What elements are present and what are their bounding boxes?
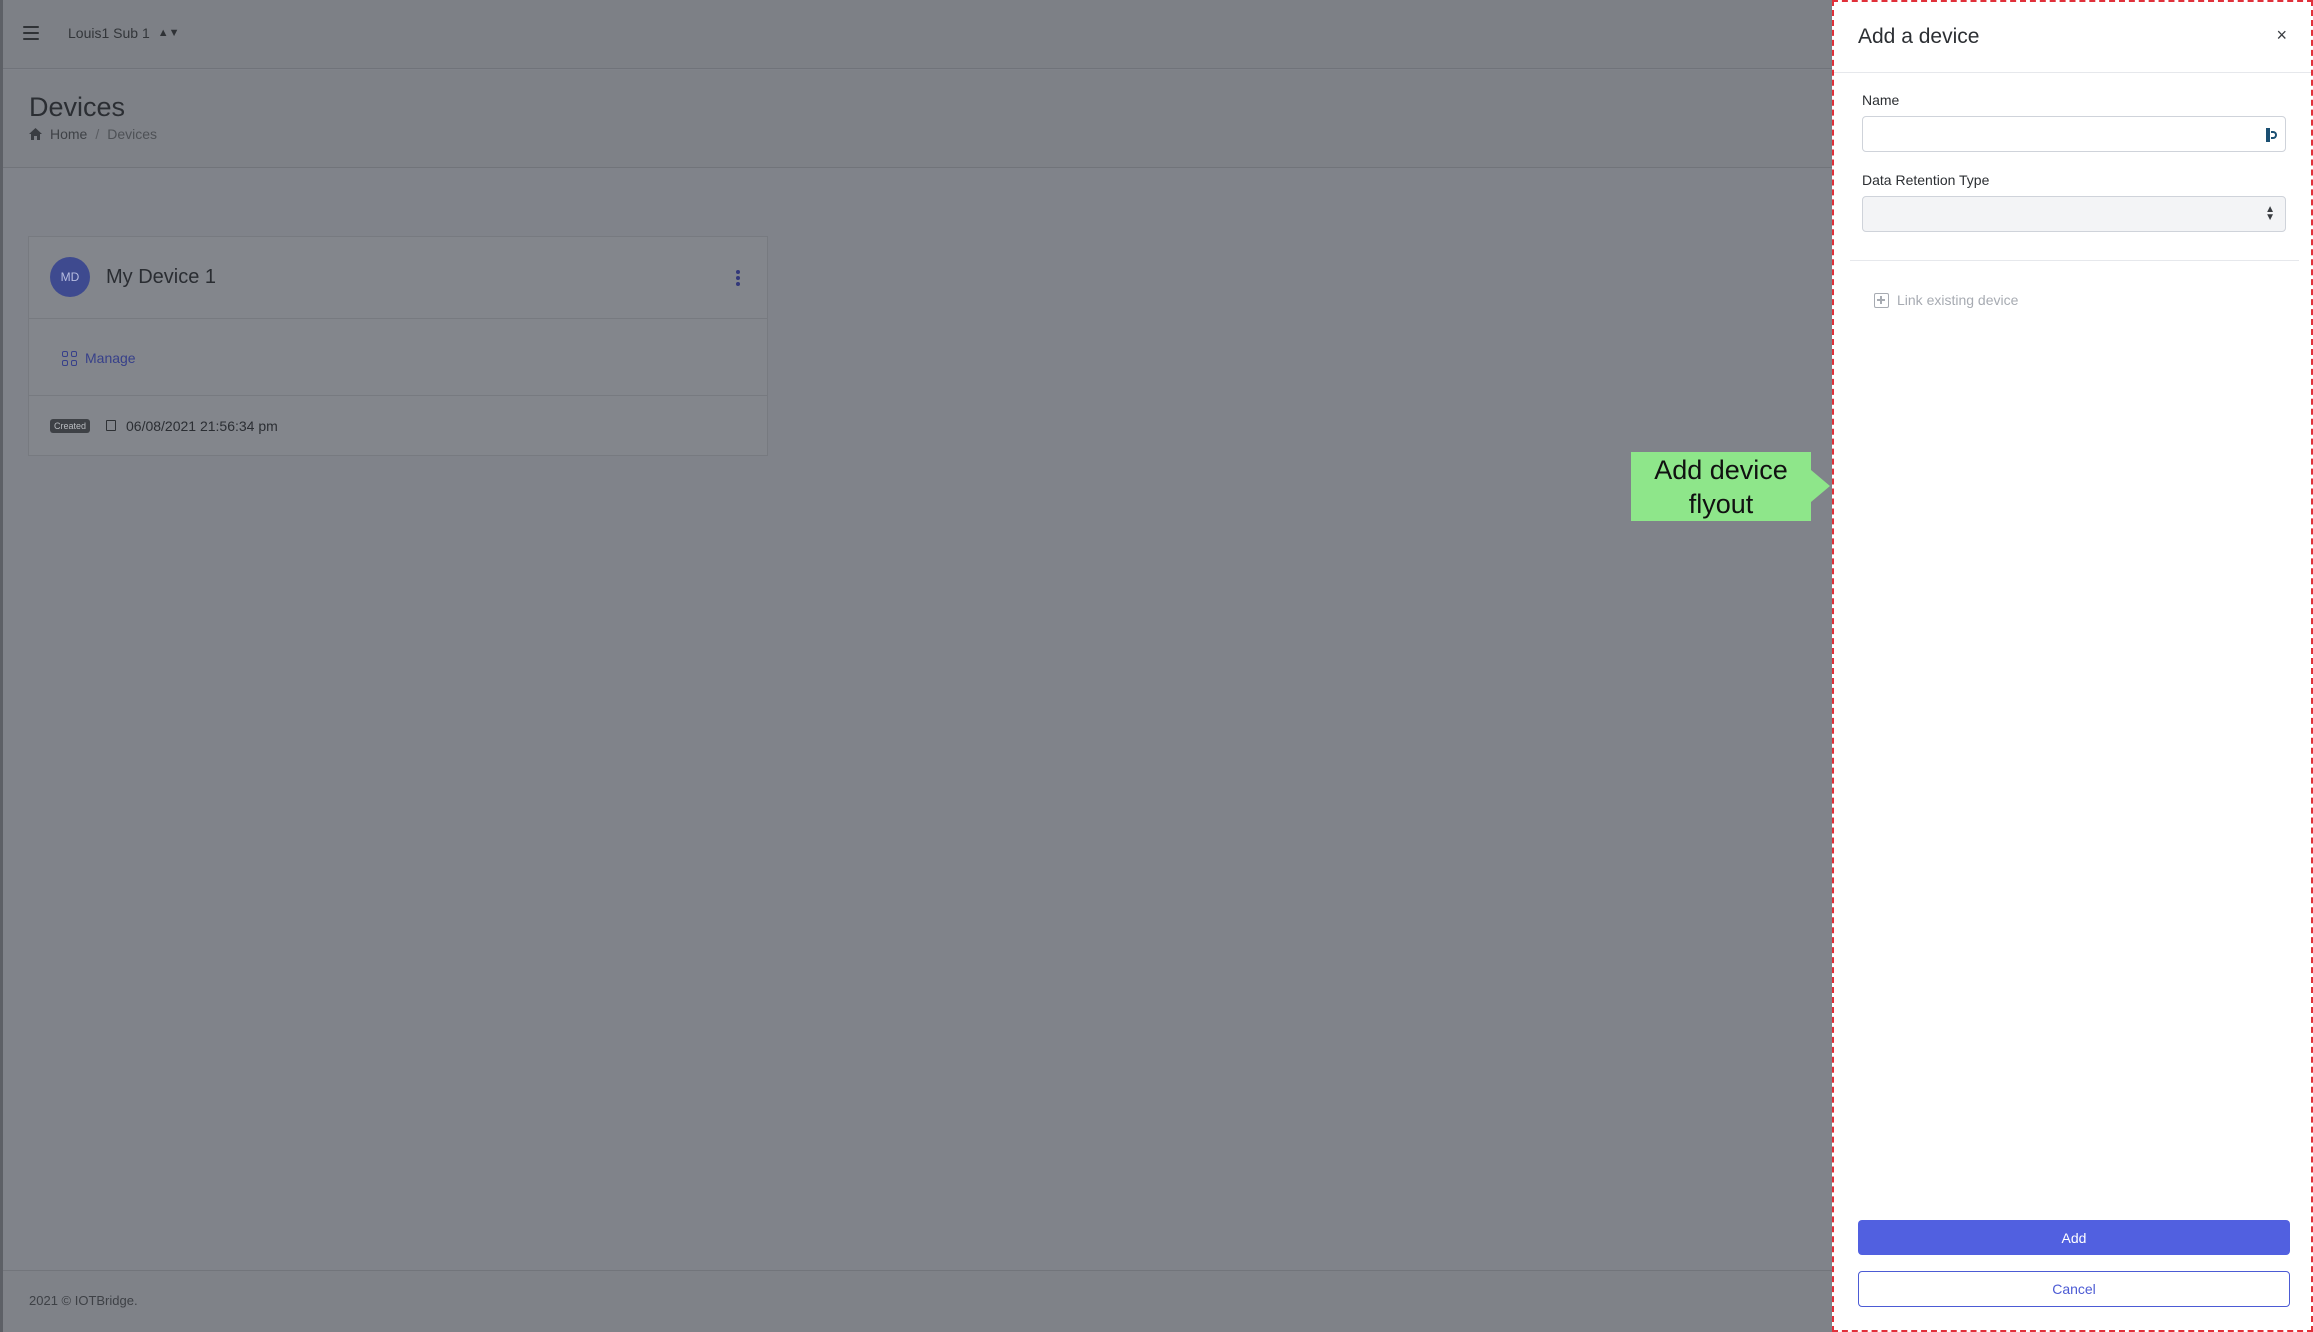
callout-line-1: Add device [1654,454,1788,485]
page-footer: 2021 © IOTBridge. [3,1270,1832,1332]
breadcrumb-separator: / [95,126,100,142]
org-switcher[interactable]: Louis1 Sub 1 ▲▼ [68,25,180,41]
flyout-title: Add a device [1858,25,1980,48]
callout-line-2: flyout [1688,488,1754,519]
calendar-icon [106,420,116,431]
hamburger-menu-icon[interactable] [23,26,39,40]
plus-box-icon [1874,292,1889,308]
breadcrumb-current: Devices [107,126,158,142]
device-card-actions: Manage [29,320,767,396]
top-bar: Louis1 Sub 1 ▲▼ [3,0,1832,69]
device-card-footer: Created 06/08/2021 21:56:34 pm [29,397,767,457]
password-manager-icon[interactable] [2266,127,2278,143]
retention-label: Data Retention Type [1862,172,1990,188]
page-header: Devices Home / Devices [3,70,1832,168]
name-input[interactable] [1862,116,2286,152]
device-card-header: MD My Device 1 [29,237,767,319]
annotation-callout: Add device flyout [1631,452,1811,521]
page-title: Devices [29,92,126,122]
org-name: Louis1 Sub 1 [68,25,150,41]
retention-type-select[interactable]: ▲ ▼ [1862,196,2286,232]
up-down-arrows-icon: ▲▼ [157,27,180,39]
name-label: Name [1862,92,1900,108]
device-name[interactable]: My Device 1 [106,266,216,289]
created-badge: Created [50,419,91,433]
created-date: 06/08/2021 21:56:34 pm [126,418,278,434]
add-button[interactable]: Add [1858,1220,2290,1255]
add-device-flyout: Add a device × Name Data Retention Type … [1832,0,2313,1332]
link-existing-device[interactable]: Link existing device [1874,292,2018,308]
app-background: Louis1 Sub 1 ▲▼ Devices Home / Devices M… [0,0,1832,1332]
breadcrumb: Home / Devices [29,126,157,142]
divider [1850,260,2299,261]
close-icon[interactable]: × [2276,26,2287,44]
flyout-header: Add a device × [1834,2,2311,73]
avatar: MD [50,257,90,297]
callout-arrow-icon [1811,470,1830,502]
manage-link[interactable]: Manage [62,350,136,366]
more-options-icon[interactable] [736,270,740,286]
copyright-text: 2021 © IOTBridge. [29,1293,138,1308]
device-card: MD My Device 1 Manage Created 06/08/2021… [28,236,768,456]
home-icon [29,128,42,140]
manage-label: Manage [85,350,136,366]
select-arrows-icon: ▲ ▼ [2265,204,2275,223]
cancel-button[interactable]: Cancel [1858,1271,2290,1307]
breadcrumb-home[interactable]: Home [50,126,87,142]
grid-icon [62,350,77,366]
link-existing-label: Link existing device [1897,292,2019,308]
